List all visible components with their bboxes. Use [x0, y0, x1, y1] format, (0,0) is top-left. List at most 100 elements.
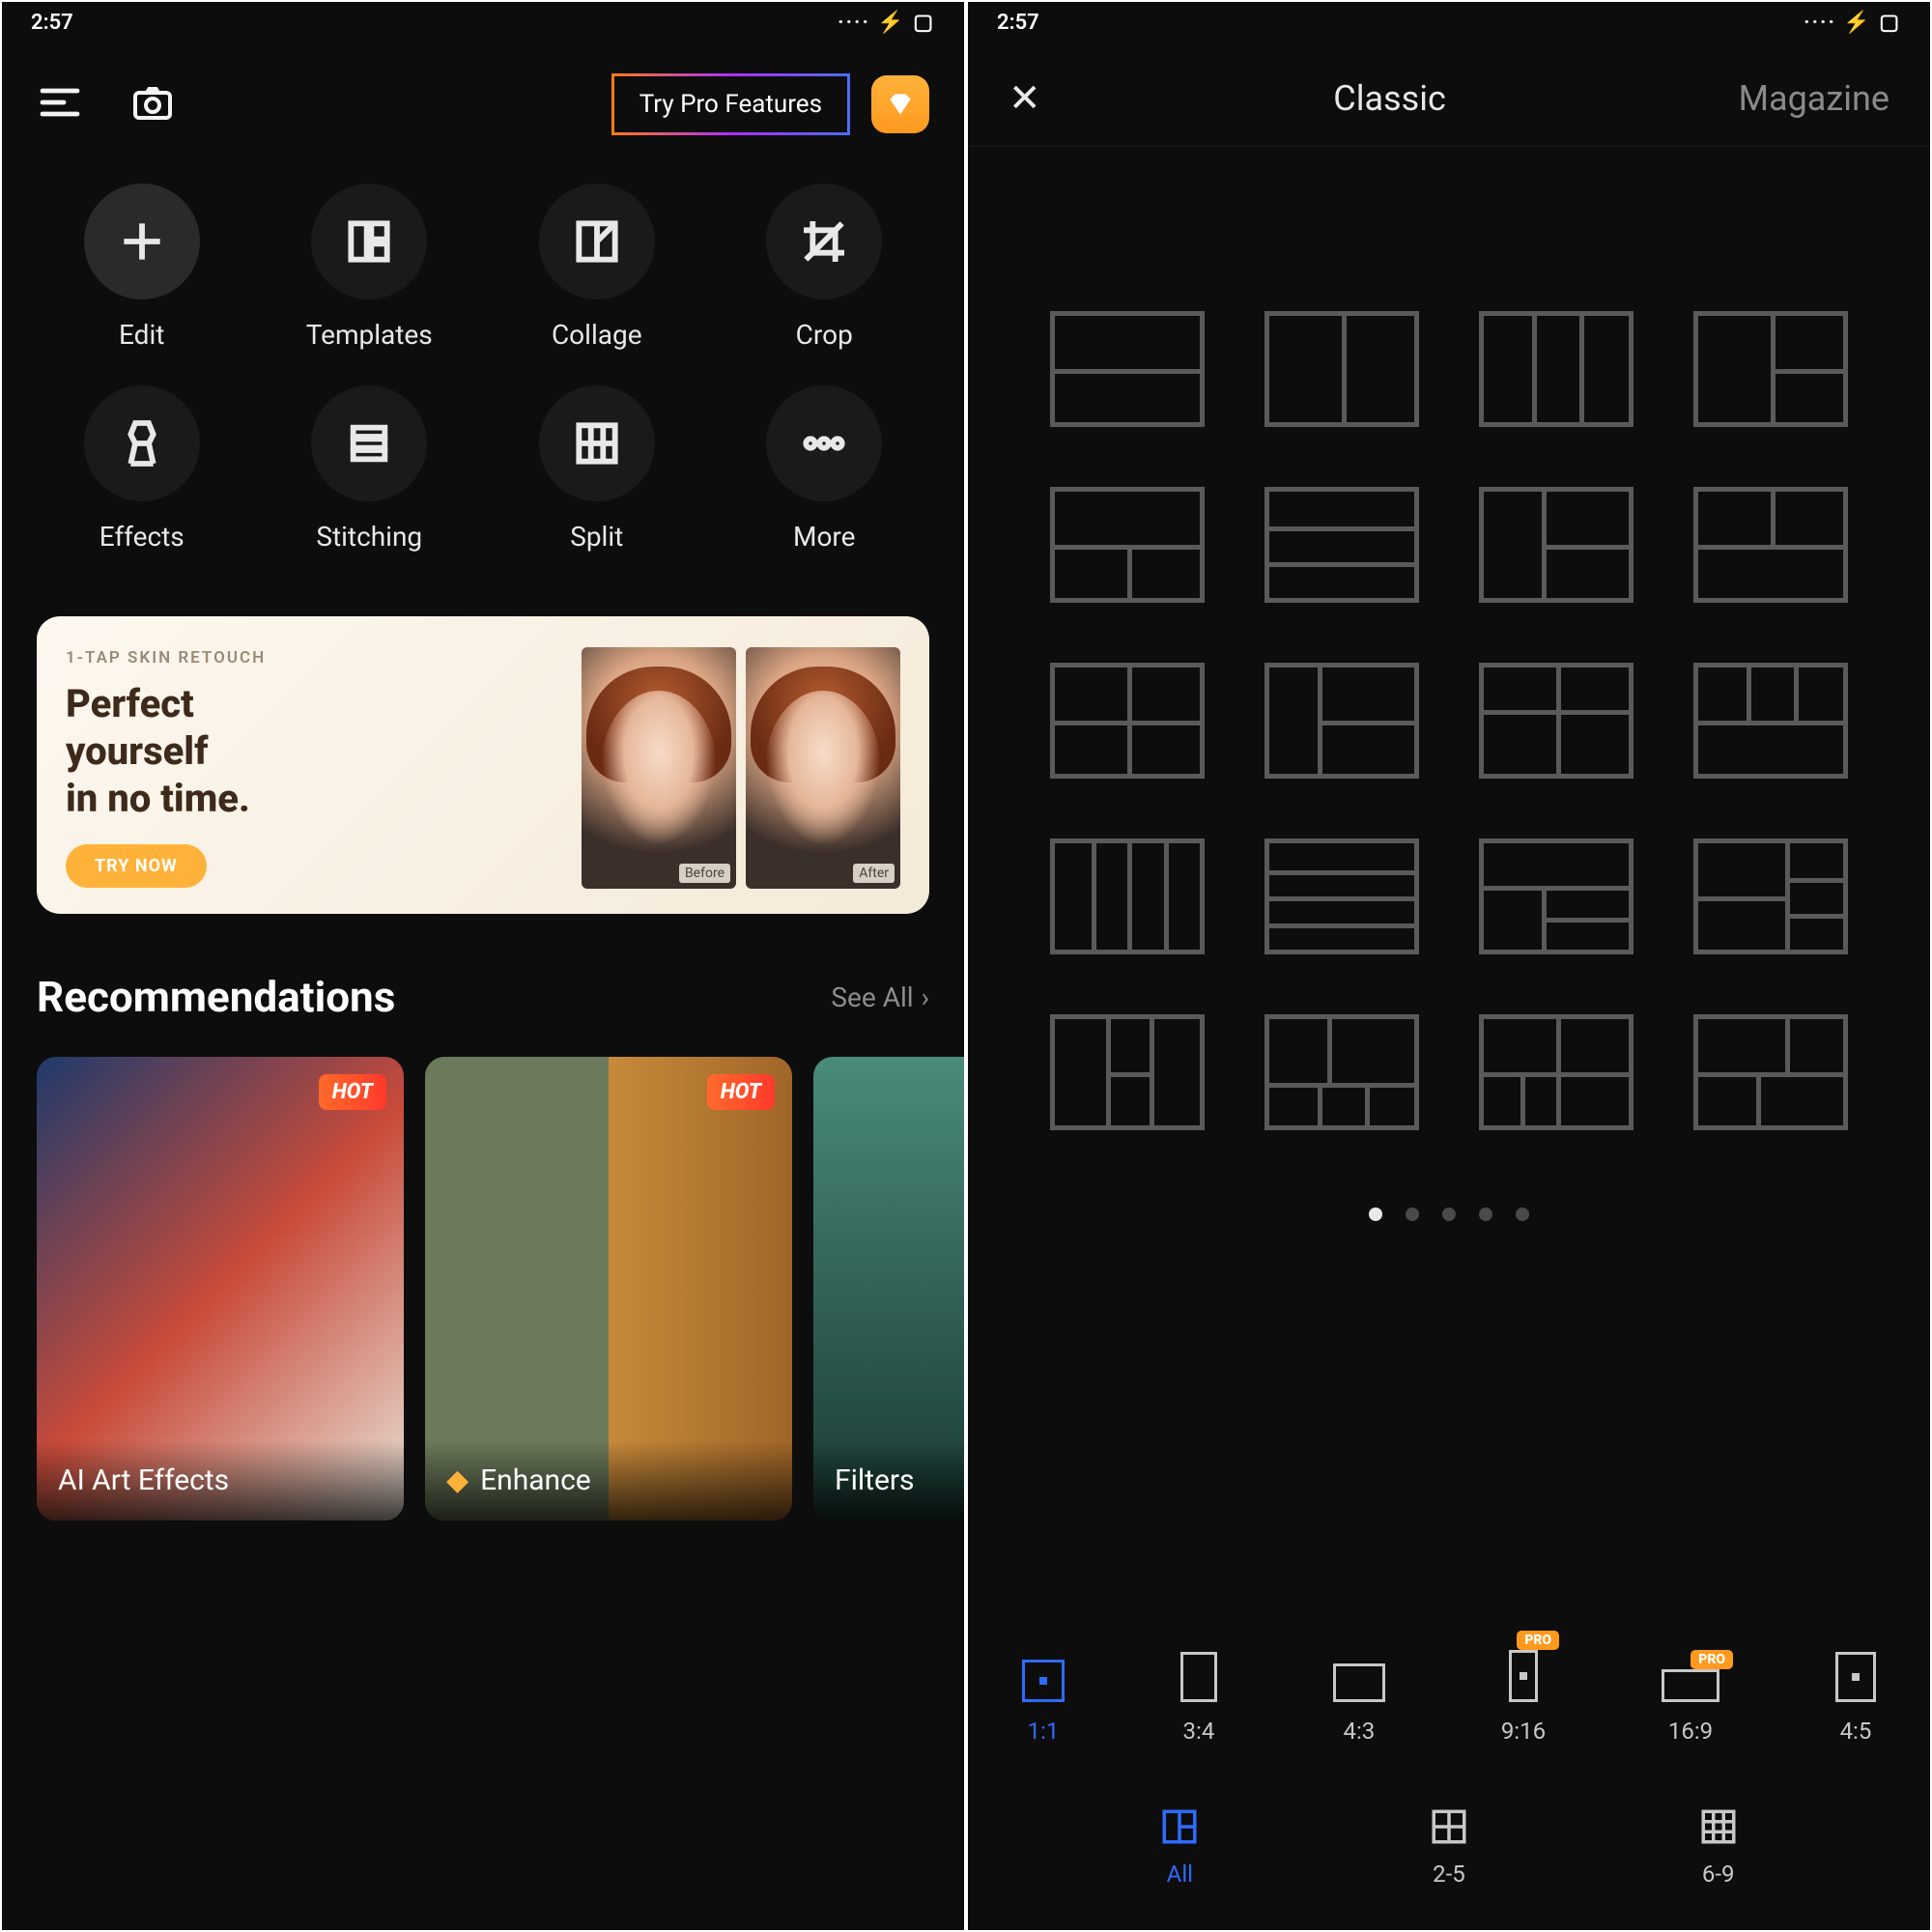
- chevron-right-icon: ›: [922, 981, 929, 1013]
- layout-option[interactable]: [1050, 1014, 1205, 1130]
- recommendations-header: Recommendations See All ›: [2, 914, 964, 1039]
- pro-badge: PRO: [1690, 1650, 1733, 1669]
- promo-images: Before After: [582, 647, 900, 889]
- layout-option[interactable]: [1693, 487, 1848, 603]
- rec-card-enhance[interactable]: HOT ◆ Enhance: [425, 1057, 792, 1520]
- layout-area: [968, 147, 1930, 1563]
- tool-split[interactable]: Split: [492, 385, 702, 553]
- layout-option[interactable]: [1264, 663, 1419, 779]
- ratio-3-4[interactable]: 3:4: [1180, 1652, 1217, 1745]
- recommendations-row[interactable]: HOT AI Art Effects HOT ◆ Enhance Filters: [2, 1039, 964, 1520]
- ratio-1-1[interactable]: 1:1: [1022, 1660, 1065, 1745]
- layout-option[interactable]: [1693, 663, 1848, 779]
- ratio-9-16[interactable]: 9:16PRO: [1501, 1650, 1546, 1745]
- screen-collage-layouts: 2:57 ···· ⚡ ▢ ✕ Classic Magazine: [968, 2, 1930, 1930]
- promo-cta-button[interactable]: TRY NOW: [66, 844, 207, 888]
- status-time: 2:57: [997, 11, 1039, 35]
- try-pro-button[interactable]: Try Pro Features: [611, 73, 850, 135]
- plus-icon: [84, 184, 200, 299]
- ratio-4-5[interactable]: 4:5: [1835, 1652, 1876, 1745]
- ratio-label: 4:3: [1343, 1718, 1375, 1745]
- tool-crop[interactable]: Crop: [720, 184, 930, 351]
- ratio-label: 1:1: [1028, 1718, 1060, 1745]
- rec-label: Enhance: [480, 1463, 591, 1497]
- pro-badge: PRO: [1517, 1631, 1559, 1650]
- promo-tag: 1-TAP SKIN RETOUCH: [66, 648, 570, 668]
- tab-magazine[interactable]: Magazine: [1739, 78, 1889, 119]
- templates-icon: [311, 184, 427, 299]
- tool-templates[interactable]: Templates: [265, 184, 475, 351]
- layout-grid: [1050, 311, 1848, 1130]
- count-tab-6-9[interactable]: 6-9: [1698, 1806, 1739, 1888]
- tool-edit[interactable]: Edit: [37, 184, 247, 351]
- menu-icon[interactable]: [37, 79, 83, 129]
- tool-effects[interactable]: Effects: [37, 385, 247, 553]
- tool-label: Effects: [99, 521, 185, 553]
- page-dot[interactable]: [1479, 1208, 1492, 1221]
- collage-topbar: ✕ Classic Magazine: [968, 41, 1930, 147]
- promo-image-after: After: [746, 647, 900, 889]
- status-time: 2:57: [31, 11, 73, 35]
- recommendations-title: Recommendations: [37, 972, 395, 1022]
- layout-option[interactable]: [1479, 1014, 1634, 1130]
- camera-icon[interactable]: [129, 79, 176, 129]
- layout-option[interactable]: [1693, 311, 1848, 427]
- tool-label: More: [793, 521, 856, 553]
- layout-option[interactable]: [1693, 838, 1848, 954]
- promo-image-before: Before: [582, 647, 736, 889]
- layout-option[interactable]: [1264, 838, 1419, 954]
- page-indicator: [1369, 1208, 1529, 1221]
- ratio-16-9[interactable]: 16:9PRO: [1662, 1669, 1719, 1745]
- layout-option[interactable]: [1479, 838, 1634, 954]
- hot-badge: HOT: [319, 1074, 386, 1110]
- premium-button[interactable]: [871, 75, 929, 133]
- ratio-4-3[interactable]: 4:3: [1333, 1663, 1385, 1745]
- close-icon[interactable]: ✕: [1009, 75, 1041, 121]
- page-dot[interactable]: [1406, 1208, 1419, 1221]
- layout-option[interactable]: [1050, 663, 1205, 779]
- layout-option[interactable]: [1264, 487, 1419, 603]
- tab-label: 6-9: [1702, 1861, 1735, 1888]
- layout-option[interactable]: [1050, 311, 1205, 427]
- tab-label: All: [1167, 1861, 1193, 1888]
- ratio-label: 16:9: [1668, 1718, 1713, 1745]
- tool-label: Collage: [552, 319, 642, 351]
- page-dot[interactable]: [1442, 1208, 1456, 1221]
- count-tab-2-5[interactable]: 2-5: [1429, 1806, 1469, 1888]
- tool-label: Split: [570, 521, 623, 553]
- promo-card[interactable]: 1-TAP SKIN RETOUCH Perfect yourself in n…: [37, 616, 929, 914]
- layout-option[interactable]: [1479, 663, 1634, 779]
- layout-option[interactable]: [1693, 1014, 1848, 1130]
- rec-label: AI Art Effects: [58, 1463, 229, 1497]
- tool-more[interactable]: More: [720, 385, 930, 553]
- ratio-label: 3:4: [1183, 1718, 1215, 1745]
- page-dot[interactable]: [1516, 1208, 1529, 1221]
- effects-icon: [84, 385, 200, 501]
- more-icon: [766, 385, 882, 501]
- layout-option[interactable]: [1479, 487, 1634, 603]
- layout-option[interactable]: [1479, 311, 1634, 427]
- rec-card-filters[interactable]: Filters: [813, 1057, 964, 1520]
- tool-stitching[interactable]: Stitching: [265, 385, 475, 553]
- layout-option[interactable]: [1264, 311, 1419, 427]
- crop-icon: [766, 184, 882, 299]
- tool-grid: Edit Templates Collage Crop Effects Stit…: [2, 155, 964, 572]
- collage-icon: [539, 184, 655, 299]
- hot-badge: HOT: [707, 1074, 775, 1110]
- tool-label: Stitching: [316, 521, 422, 553]
- promo-title: Perfect yourself in no time.: [66, 681, 570, 822]
- see-all-link[interactable]: See All ›: [831, 981, 929, 1013]
- rec-label: Filters: [835, 1463, 915, 1497]
- count-tabs: All 2-5 6-9: [968, 1777, 1930, 1930]
- tool-label: Templates: [306, 319, 433, 351]
- page-dot[interactable]: [1369, 1208, 1382, 1221]
- layout-option[interactable]: [1050, 838, 1205, 954]
- rec-card-ai-art[interactable]: HOT AI Art Effects: [37, 1057, 404, 1520]
- tab-classic[interactable]: Classic: [1333, 78, 1446, 119]
- stitching-icon: [311, 385, 427, 501]
- layout-option[interactable]: [1050, 487, 1205, 603]
- tool-collage[interactable]: Collage: [492, 184, 702, 351]
- split-icon: [539, 385, 655, 501]
- layout-option[interactable]: [1264, 1014, 1419, 1130]
- count-tab-all[interactable]: All: [1159, 1806, 1200, 1888]
